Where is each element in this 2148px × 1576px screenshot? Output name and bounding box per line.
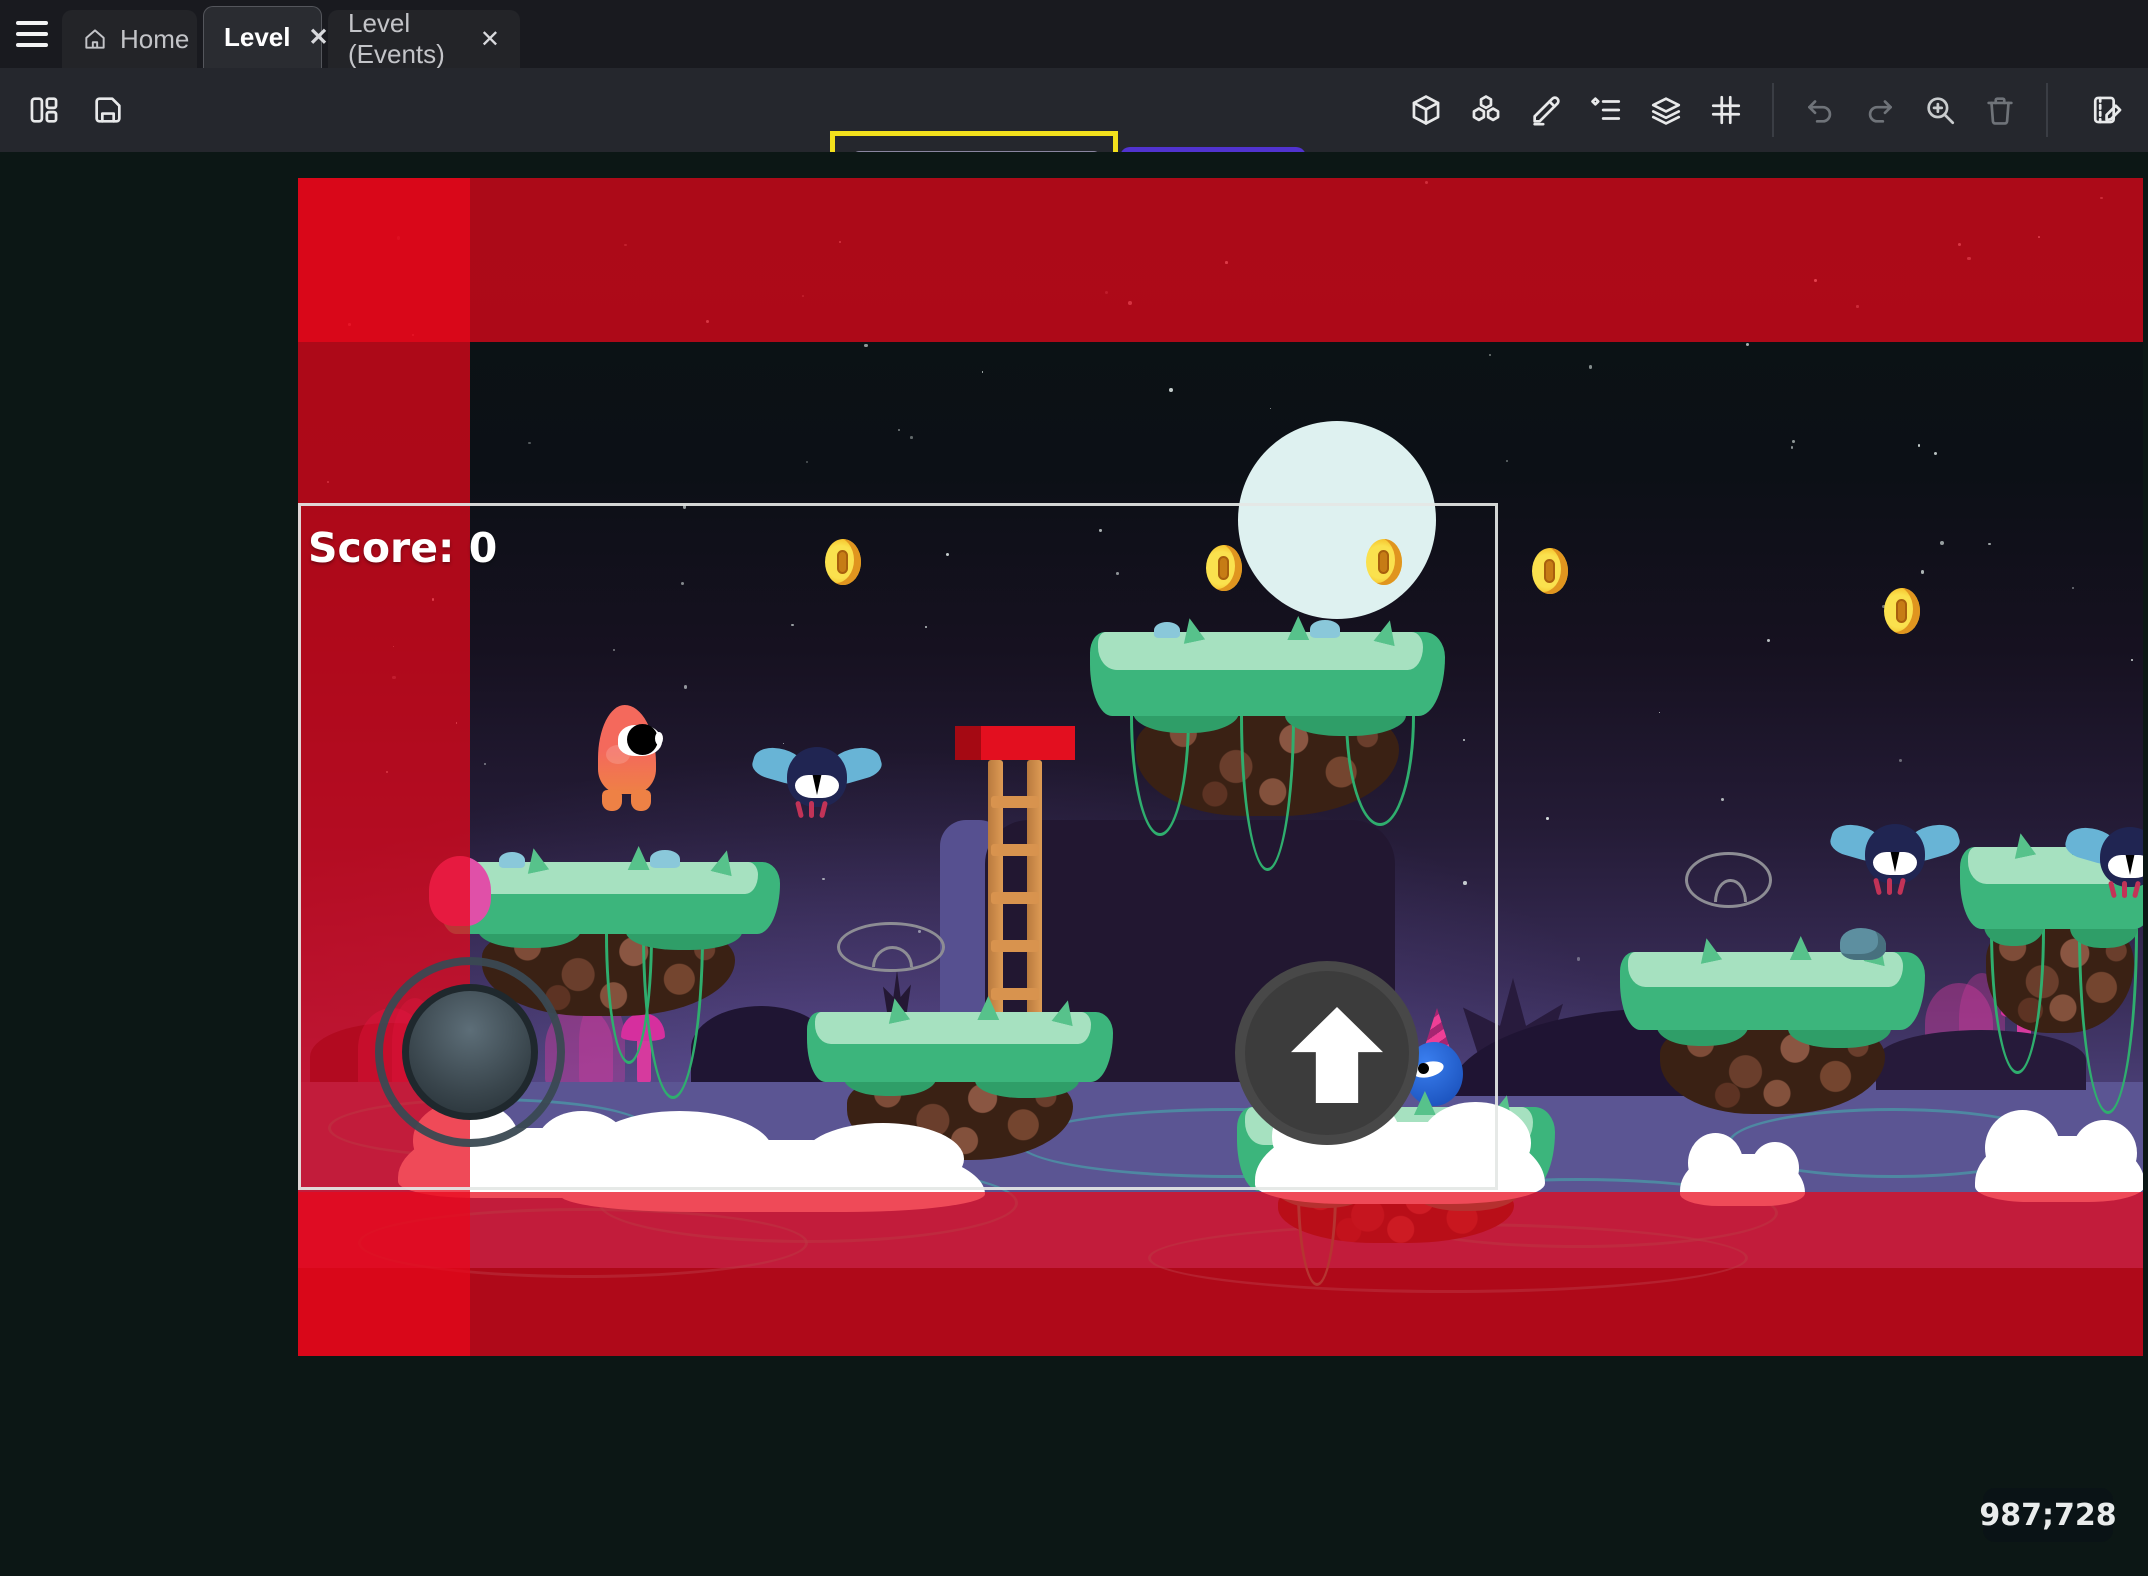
tab-level-events[interactable]: Level (Events) ✕	[328, 10, 520, 68]
platform	[1620, 938, 1925, 1148]
bat-leg	[1887, 878, 1892, 895]
star	[1506, 460, 1508, 462]
toolbar-divider	[2046, 83, 2048, 137]
redo-icon[interactable]	[1862, 92, 1898, 128]
eye-decoration	[1685, 852, 1772, 908]
star	[1918, 444, 1920, 446]
bat-enemy	[2066, 821, 2143, 909]
toolbar-right	[1408, 68, 2126, 152]
close-icon[interactable]: ✕	[474, 25, 500, 54]
grass-leaf	[1788, 936, 1814, 960]
score-label: Score: 0	[308, 524, 497, 572]
scene-edit-icon[interactable]	[2090, 92, 2126, 128]
toolbar: Preview Publish	[0, 68, 2148, 152]
game-scene[interactable]: Score: 0	[298, 178, 2143, 1356]
star	[1899, 759, 1902, 762]
tab-label: Level (Events)	[348, 8, 462, 70]
undo-icon[interactable]	[1802, 92, 1838, 128]
trash-icon[interactable]	[1982, 92, 2018, 128]
editor-canvas[interactable]: Score: 0 987;728	[0, 152, 2148, 1576]
grid-icon[interactable]	[1708, 92, 1744, 128]
coin	[1884, 588, 1920, 634]
star	[2131, 659, 2133, 661]
bat-pupil	[2120, 855, 2140, 875]
toolbar-left	[26, 68, 126, 152]
tab-label: Level	[224, 22, 291, 53]
star	[910, 436, 913, 439]
star	[864, 344, 867, 347]
star	[1589, 365, 1592, 368]
eye-decoration-arc	[1714, 879, 1747, 903]
close-icon[interactable]: ✕	[303, 23, 329, 52]
star	[528, 442, 530, 444]
star	[1577, 957, 1580, 960]
jump-button[interactable]	[1235, 961, 1419, 1145]
up-arrow-icon	[1291, 1007, 1383, 1103]
pencil-icon[interactable]	[1528, 92, 1564, 128]
bat-enemy	[1831, 818, 1959, 906]
bat-pupil	[1885, 852, 1905, 872]
instances-list-icon[interactable]	[1588, 92, 1624, 128]
hamburger-menu-icon[interactable]	[16, 21, 48, 48]
star	[2072, 587, 2074, 589]
joystick-knob[interactable]	[402, 984, 538, 1120]
coin	[1532, 548, 1568, 594]
red-top-bar	[298, 178, 2143, 342]
tab-level[interactable]: Level ✕	[203, 6, 322, 68]
star	[1921, 570, 1925, 574]
layers-icon[interactable]	[1648, 92, 1684, 128]
teal-rock	[1840, 928, 1886, 960]
3d-box-icon[interactable]	[1408, 92, 1444, 128]
bat-leg	[2122, 881, 2127, 898]
red-bottom-bar	[298, 1192, 2143, 1356]
cursor-coordinates-badge: 987;728	[1983, 1488, 2113, 1542]
tab-label: Home	[120, 24, 189, 55]
tab-bar: Home Level ✕ Level (Events) ✕	[0, 0, 2148, 68]
zoom-in-icon[interactable]	[1922, 92, 1958, 128]
panels-icon[interactable]	[26, 92, 62, 128]
home-icon	[82, 26, 108, 52]
star	[1169, 388, 1173, 392]
bat-eye	[2108, 855, 2143, 878]
toolbar-divider	[1772, 83, 1774, 137]
tab-home[interactable]: Home	[62, 10, 197, 68]
objects-icon[interactable]	[1468, 92, 1504, 128]
platform-vine	[1990, 929, 2045, 1074]
bat-eye	[1873, 852, 1917, 875]
save-icon[interactable]	[90, 92, 126, 128]
